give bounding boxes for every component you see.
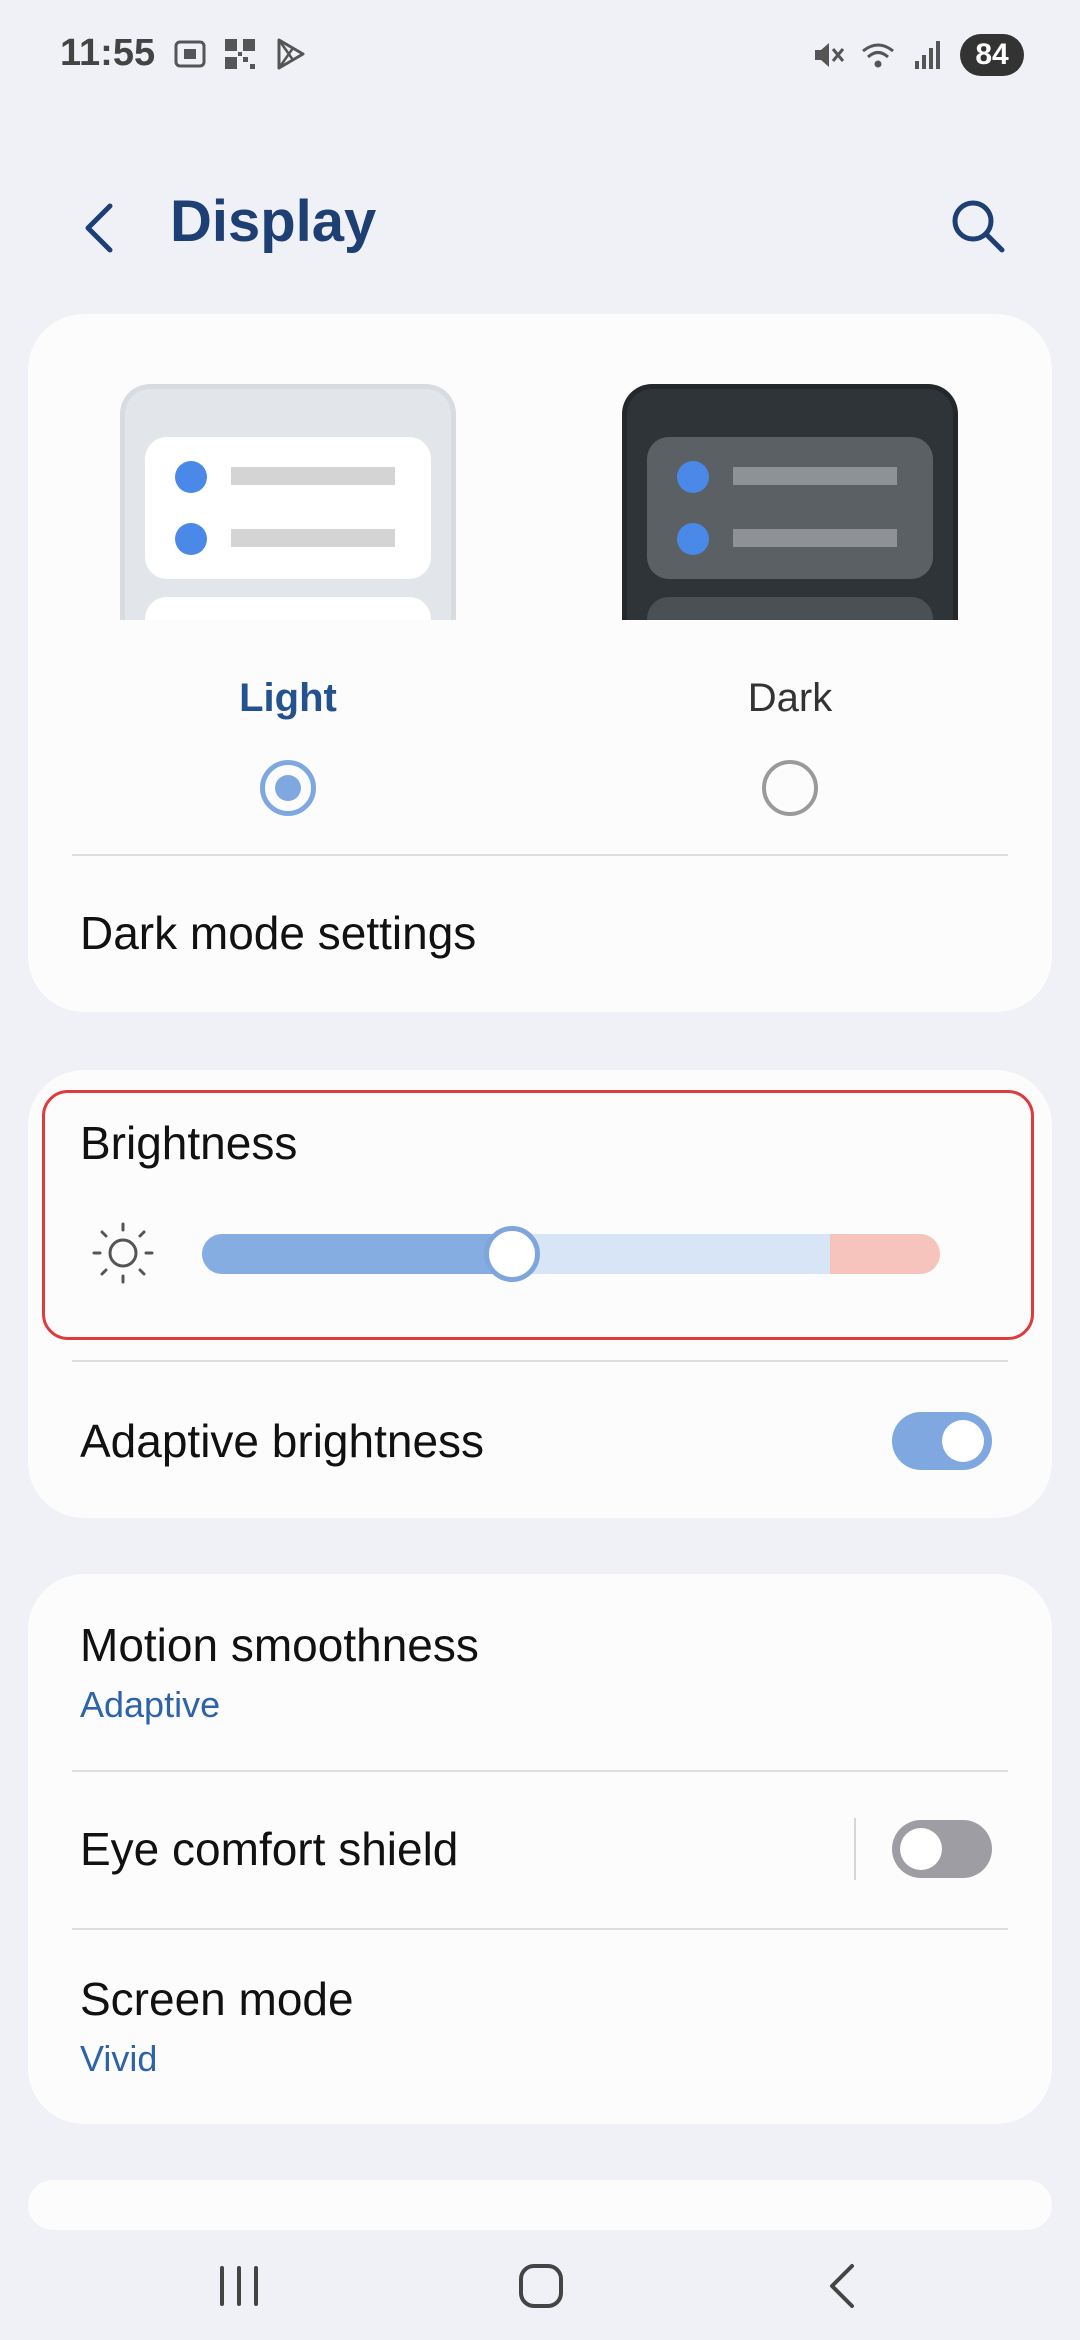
dark-theme-preview[interactable] [622,384,958,620]
dark-theme-radio[interactable] [762,760,818,816]
motion-smoothness-value: Adaptive [80,1684,221,1725]
home-icon[interactable] [506,2254,576,2318]
light-theme-preview[interactable] [120,384,456,620]
status-time: 11:55 [60,32,156,74]
toggle-knob [900,1828,942,1870]
brightness-slider[interactable] [202,1234,940,1274]
eye-comfort-shield-item[interactable]: Eye comfort shield [80,1822,458,1876]
screen-mode-item[interactable]: Screen mode [80,1972,354,2026]
screenshot-icon [174,40,206,68]
search-icon[interactable] [946,194,1010,258]
back-arrow-icon[interactable] [72,196,128,260]
recents-icon[interactable] [204,2254,274,2318]
brightness-card: Brightness Adaptive brightness [28,1070,1052,1518]
brightness-high-zone [830,1234,940,1274]
light-theme-label: Light [239,676,337,720]
eye-comfort-shield-toggle[interactable] [892,1820,992,1878]
dark-theme-label: Dark [747,676,833,720]
navigation-bar [0,2230,1080,2340]
divider [72,854,1008,856]
adaptive-brightness-label[interactable]: Adaptive brightness [80,1414,484,1468]
battery-indicator: 84 [960,34,1024,76]
vertical-separator [854,1818,856,1880]
status-bar: 11:55 84 [0,0,1080,115]
brightness-slider-fill [202,1234,512,1274]
app-header: Display [0,180,1080,270]
brightness-slider-thumb[interactable] [483,1226,540,1282]
mute-icon [815,43,845,67]
sun-icon [92,1222,154,1284]
light-theme-radio[interactable] [260,760,316,816]
divider [72,1360,1008,1362]
theme-card: Light Dark Dark mode settings [28,314,1052,1012]
next-settings-card [28,2180,1052,2230]
play-store-icon [277,38,305,70]
wifi-icon [862,43,894,68]
motion-smoothness-item[interactable]: Motion smoothness [80,1618,479,1672]
display-settings-card: Motion smoothness Adaptive Eye comfort s… [28,1574,1052,2124]
qr-icon [225,39,255,69]
page-title: Display [170,189,377,254]
dark-mode-settings-item[interactable]: Dark mode settings [80,906,476,960]
screen-mode-value: Vivid [80,2038,158,2079]
back-icon[interactable] [808,2254,878,2318]
signal-icon [915,41,940,69]
divider [72,1770,1008,1772]
toggle-knob [942,1420,984,1462]
brightness-label: Brightness [80,1117,298,1169]
divider [72,1928,1008,1930]
adaptive-brightness-toggle[interactable] [892,1412,992,1470]
